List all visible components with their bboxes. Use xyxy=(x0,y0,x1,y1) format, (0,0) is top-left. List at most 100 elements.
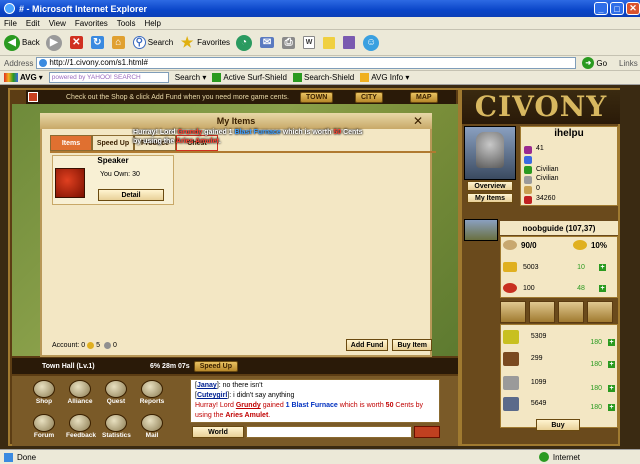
feedback-icon xyxy=(69,414,91,432)
flag-icon xyxy=(524,166,532,174)
address-input[interactable]: http://1.civony.com/s1.html# xyxy=(36,57,577,69)
forum-button[interactable]: Forum xyxy=(30,414,58,439)
item-name: Speaker xyxy=(97,156,129,165)
back-button[interactable]: ◀ Back xyxy=(4,34,40,51)
player-title-2: Civilian xyxy=(536,175,559,182)
city-button[interactable]: CITY xyxy=(355,92,383,103)
lumber-icon xyxy=(503,351,519,366)
discuss-button[interactable] xyxy=(323,36,337,49)
tab-buildings[interactable] xyxy=(587,301,613,323)
research-icon xyxy=(343,36,356,49)
add-food-button[interactable]: + xyxy=(599,284,606,292)
mail-game-button[interactable]: Mail xyxy=(138,414,166,439)
chat-input[interactable] xyxy=(246,426,412,438)
minimize-button[interactable]: _ xyxy=(594,2,608,15)
links-label[interactable]: Links xyxy=(619,59,638,68)
menu-edit[interactable]: Edit xyxy=(26,19,40,28)
close-tip-icon[interactable] xyxy=(28,92,38,102)
refresh-icon: ↻ xyxy=(90,36,104,49)
bottom-icons-row2: Forum Feedback Statistics Mail xyxy=(30,414,180,439)
menu-file[interactable]: File xyxy=(4,19,17,28)
alliance-button[interactable]: Alliance xyxy=(66,380,94,405)
tab-speed-up[interactable]: Speed Up xyxy=(92,135,134,151)
history-button[interactable]: ◔ xyxy=(236,34,254,51)
print-icon: ⎙ xyxy=(282,36,296,49)
level-icon xyxy=(524,146,532,154)
search-shield-button[interactable]: Search-Shield xyxy=(292,73,354,82)
shop-icon xyxy=(33,380,55,398)
prestige-icon xyxy=(524,196,532,204)
menu-tools[interactable]: Tools xyxy=(117,19,136,28)
research-button[interactable] xyxy=(343,36,357,49)
buy-button[interactable]: Buy xyxy=(536,419,580,431)
city-thumbnail[interactable] xyxy=(464,219,498,241)
add-gold-button[interactable]: + xyxy=(599,263,606,271)
add-food-production-button[interactable]: + xyxy=(608,339,615,346)
close-button[interactable]: ✕ xyxy=(626,2,640,15)
town-button[interactable]: TOWN xyxy=(300,92,334,103)
edit-button[interactable]: W xyxy=(303,36,317,49)
maximize-button[interactable]: □ xyxy=(610,2,624,15)
buy-item-button[interactable]: Buy Item xyxy=(392,339,432,351)
browser-toolbar: ◀ Back ▶ ✕ ↻ ⌂ ⚲ Search ★ Favorites ◔ ✉ ⎙ W… xyxy=(0,30,640,56)
panel-footer: Account: 0 5 0 Add Fund Buy Item xyxy=(44,337,432,353)
statistics-button[interactable]: Statistics xyxy=(102,414,131,439)
chat-user[interactable]: Janay xyxy=(197,382,217,389)
refresh-button[interactable]: ↻ xyxy=(90,36,106,49)
zone-text: Internet xyxy=(552,452,580,462)
mail-button[interactable]: ✉ xyxy=(260,37,276,48)
menu-help[interactable]: Help xyxy=(144,19,160,28)
avg-info-button[interactable]: AVG Info ▾ xyxy=(360,73,409,82)
speed-up-button[interactable]: Speed Up xyxy=(193,360,238,372)
forward-button[interactable]: ▶ xyxy=(45,34,64,51)
my-items-button[interactable]: My Items xyxy=(467,193,513,203)
resource-row: 5003 10 + xyxy=(503,262,615,272)
go-button[interactable]: Go xyxy=(596,59,607,68)
panel-close-icon[interactable]: ✕ xyxy=(410,115,426,127)
tab-items[interactable]: Items xyxy=(50,135,92,151)
map-button[interactable]: MAP xyxy=(410,92,438,103)
home-button[interactable]: ⌂ xyxy=(111,36,127,49)
feedback-button[interactable]: Feedback xyxy=(66,414,96,439)
world-chat-tab[interactable]: World xyxy=(192,426,244,438)
add-stone-button[interactable]: + xyxy=(608,385,615,392)
search-button[interactable]: ⚲ Search xyxy=(132,36,173,49)
edit-icon: W xyxy=(303,36,316,49)
messenger-button[interactable]: ☺ xyxy=(363,34,381,51)
add-iron-button[interactable]: + xyxy=(608,404,615,411)
forward-arrow-icon: ▶ xyxy=(45,34,62,51)
tab-resources[interactable] xyxy=(500,301,526,323)
avg-search-button[interactable]: Search ▾ xyxy=(175,73,207,82)
panel-title: My Items xyxy=(40,113,432,129)
shop-button[interactable]: Shop xyxy=(30,380,58,405)
tab-divider xyxy=(50,151,436,153)
favorites-button[interactable]: ★ Favorites xyxy=(179,34,230,51)
menu-view[interactable]: View xyxy=(49,19,66,28)
add-fund-button[interactable]: Add Fund xyxy=(345,339,389,351)
chat-user[interactable]: Cuteygirl xyxy=(197,392,227,399)
add-lumber-button[interactable]: + xyxy=(608,361,615,368)
browser-statusbar: Done Internet xyxy=(0,449,640,464)
stop-button[interactable]: ✕ xyxy=(69,36,85,49)
surf-shield-button[interactable]: Active Surf-Shield xyxy=(212,73,287,82)
announcement-overlay: Hurray! Lord Grundy gained 1 Blast Furna… xyxy=(133,129,363,145)
overview-button[interactable]: Overview xyxy=(467,181,513,191)
print-button[interactable]: ⎙ xyxy=(282,36,297,49)
status-text: Done xyxy=(17,452,37,462)
iron-icon xyxy=(503,396,519,411)
avg-logo[interactable]: AVG ▾ xyxy=(4,73,43,82)
tab-army[interactable] xyxy=(529,301,555,323)
chat-line: [Janay]: no there isn't xyxy=(195,382,263,389)
reports-button[interactable]: Reports xyxy=(138,380,166,405)
menu-favorites[interactable]: Favorites xyxy=(75,19,108,28)
player-level: 41 xyxy=(536,145,544,152)
civony-logo: CIVONY xyxy=(462,90,620,124)
go-arrow-icon: ➜ xyxy=(582,57,595,69)
resource-row: 100 48 + xyxy=(503,283,615,293)
detail-button[interactable]: Detail xyxy=(98,189,164,201)
quest-button[interactable]: Quest xyxy=(102,380,130,405)
build-status: Town Hall (Lv.1) 6% 28m 07s Speed Up xyxy=(12,358,458,374)
tab-hero[interactable] xyxy=(558,301,584,323)
avg-search-input[interactable]: powered by YAHOO! SEARCH xyxy=(48,72,169,83)
send-chat-button[interactable] xyxy=(414,426,440,438)
